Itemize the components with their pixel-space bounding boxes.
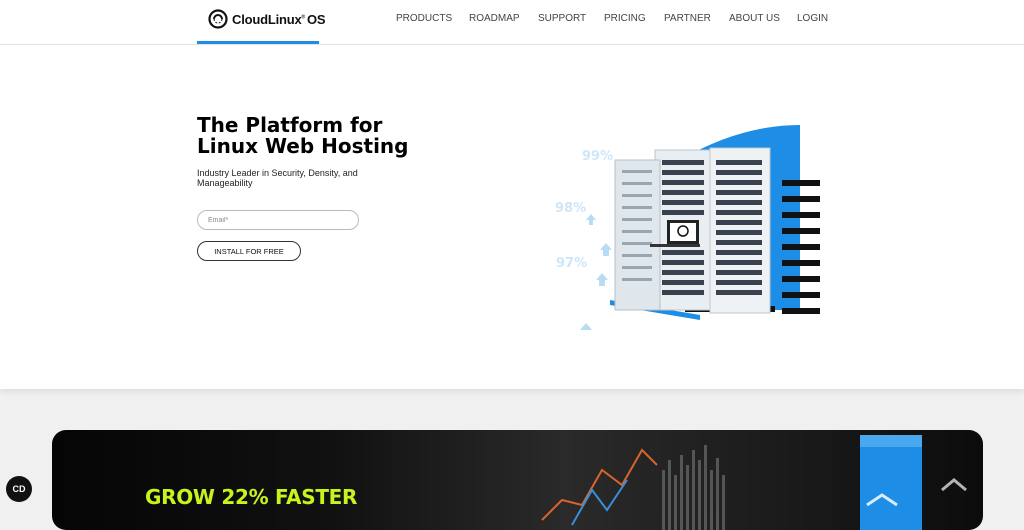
stat-97: 97% [556,256,587,271]
logo-text: CloudLinux® OS [232,11,326,27]
hero-subtitle: Industry Leader in Security, Density, an… [197,168,358,188]
nav-roadmap[interactable]: ROADMAP [469,13,520,24]
server-rack-illustration: 99% 98% 97% [555,125,820,330]
nav-support[interactable]: SUPPORT [538,13,586,24]
stat-98: 98% [555,201,586,216]
promo-title: GROW 22% FASTER [145,485,358,509]
growth-chart-illustration [541,435,967,530]
logo[interactable]: CloudLinux® OS [208,8,326,30]
nav-pricing[interactable]: PRICING [604,13,646,24]
nav-partner[interactable]: PARTNER [664,13,711,24]
active-underline [197,41,319,44]
nav-about-us[interactable]: ABOUT US [729,13,780,24]
hero-title-line-1: The Platform for [197,113,383,137]
hero-section: The Platform for Linux Web Hosting Indus… [0,45,1024,389]
hero-title: The Platform for Linux Web Hosting [197,115,408,157]
site-header: CloudLinux® OS PRODUCTS ROADMAP SUPPORT P… [0,0,1024,45]
promo-banner: GROW 22% FASTER [52,430,983,530]
install-for-free-button[interactable]: INSTALL FOR FREE [197,241,301,261]
nav-products[interactable]: PRODUCTS [396,13,452,24]
stat-99: 99% [582,149,613,164]
chat-widget-button[interactable]: CD [6,476,32,502]
chat-icon: CD [12,484,26,494]
cloudlinux-logo-icon [208,9,228,29]
nav-login[interactable]: LOGIN [797,13,828,24]
hero-title-line-2: Linux Web Hosting [197,134,409,158]
email-input[interactable] [197,210,359,230]
